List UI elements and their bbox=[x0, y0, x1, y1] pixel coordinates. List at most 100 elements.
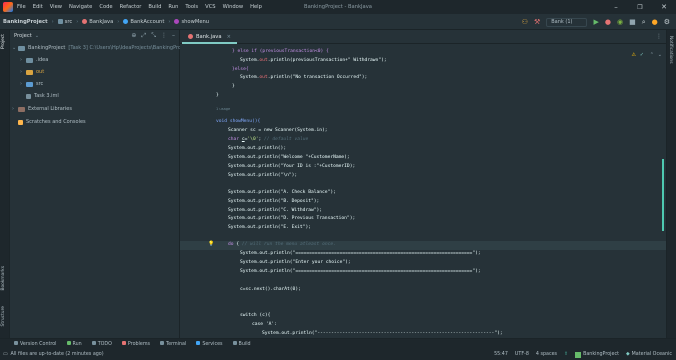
breadcrumb-method[interactable]: showMenu bbox=[181, 19, 209, 25]
code-line: switch (c){ bbox=[240, 313, 271, 318]
close-icon[interactable]: ✕ bbox=[652, 0, 676, 14]
terminal-tab[interactable]: Terminal bbox=[160, 341, 186, 347]
minimize-icon[interactable]: – bbox=[604, 0, 628, 14]
tab-bank-java[interactable]: Bank.java × bbox=[182, 31, 237, 44]
run-config-select[interactable]: Bank (1) bbox=[546, 17, 588, 27]
build-hammer-icon[interactable]: ⚒ bbox=[534, 18, 540, 26]
todo-tab[interactable]: TODO bbox=[91, 341, 112, 347]
terminal-icon bbox=[160, 341, 165, 345]
breadcrumb-project[interactable]: BankingProject bbox=[3, 19, 48, 25]
code-line: Scanner sc = new Scanner(System.in); bbox=[228, 128, 328, 133]
tree-item-root[interactable]: ⌄ BankingProject [Task 3] C:\Users\Hp\Id… bbox=[12, 42, 190, 54]
problems-tab[interactable]: Problems bbox=[121, 341, 150, 347]
breadcrumb-src[interactable]: src bbox=[65, 19, 73, 25]
intellij-logo-icon bbox=[3, 2, 13, 12]
menu-bar: File Edit View Navigate Code Refactor Bu… bbox=[0, 0, 676, 14]
tree-item-src[interactable]: › src bbox=[20, 78, 43, 90]
code-line: System.out.println("No transaction Occur… bbox=[240, 75, 368, 80]
maximize-icon[interactable]: ❐ bbox=[628, 0, 652, 14]
status-bar: ▭ All files are up-to-date (2 minutes ag… bbox=[0, 349, 676, 360]
scrollbar-thumb[interactable] bbox=[662, 159, 664, 231]
menu-help[interactable]: Help bbox=[250, 4, 262, 10]
version-control-tab[interactable]: Version Control bbox=[14, 341, 57, 347]
code-line: System.out.println("====================… bbox=[240, 269, 481, 274]
menu-window[interactable]: Window bbox=[223, 4, 243, 10]
run-tab[interactable]: Run bbox=[66, 341, 82, 347]
tree-item-idea[interactable]: › .idea bbox=[20, 54, 48, 66]
code-line: char c='\0'; // default value bbox=[228, 137, 309, 142]
caret-position[interactable]: 55:47 bbox=[494, 352, 508, 357]
bottom-tool-bar: Version Control Run TODO Problems Termin… bbox=[0, 338, 676, 349]
project-icon bbox=[575, 351, 582, 358]
bookmarks-tool-tab[interactable]: Bookmarks bbox=[1, 266, 6, 291]
tree-item-scratches[interactable]: Scratches and Consoles bbox=[18, 116, 86, 128]
breadcrumb-file[interactable]: BankJava bbox=[89, 19, 113, 25]
menu-refactor[interactable]: Refactor bbox=[120, 4, 142, 10]
code-line: System.out.println("\n"); bbox=[228, 173, 298, 178]
locate-icon[interactable]: ⊕ bbox=[131, 32, 136, 40]
code-line: System.out.println(); bbox=[228, 146, 287, 151]
inspection-icon[interactable]: ✓ bbox=[640, 52, 644, 58]
tree-item-external-libraries[interactable]: › External Libraries bbox=[12, 103, 72, 115]
code-line: System.out.println("--------------------… bbox=[262, 331, 503, 336]
hide-panel-icon[interactable]: – bbox=[172, 32, 175, 40]
java-file-icon bbox=[82, 19, 88, 24]
theme-indicator[interactable]: ◆ Material Oceanic bbox=[626, 352, 672, 357]
share-icon[interactable]: ⇪ bbox=[564, 352, 568, 357]
tree-item-out[interactable]: › out bbox=[20, 66, 44, 78]
prev-highlight-icon[interactable]: ⌃ bbox=[650, 52, 654, 58]
project-indicator[interactable]: BankingProject bbox=[575, 351, 619, 358]
editor-options-icon[interactable]: ⋮ bbox=[656, 33, 662, 40]
status-icon: ▭ bbox=[3, 352, 8, 357]
class-icon bbox=[123, 19, 129, 24]
usage-hint[interactable]: 1 usage bbox=[216, 107, 230, 111]
menu-vcs[interactable]: VCS bbox=[205, 4, 215, 10]
options-icon[interactable]: ⋮ bbox=[161, 32, 167, 40]
debug-icon[interactable]: ● bbox=[605, 18, 611, 26]
navigation-bar: BankingProject › src › BankJava › BankAc… bbox=[0, 14, 676, 30]
code-line: System.out.println("D. Previous Transact… bbox=[228, 216, 356, 221]
menu-navigate[interactable]: Navigate bbox=[69, 4, 92, 10]
menu-edit[interactable]: Edit bbox=[33, 4, 43, 10]
tree-item-iml[interactable]: Task 3.iml bbox=[26, 90, 59, 102]
services-tab[interactable]: Services bbox=[196, 341, 223, 347]
code-line: System.out.println("B. Deposit"); bbox=[228, 199, 320, 204]
code-line-current: do { // will run the menu atleast once. bbox=[228, 242, 336, 247]
menu-run[interactable]: Run bbox=[168, 4, 178, 10]
coverage-icon[interactable]: ◉ bbox=[617, 18, 623, 26]
method-icon bbox=[174, 19, 180, 24]
search-icon[interactable]: ⌕ bbox=[642, 18, 646, 27]
stop-icon[interactable]: ■ bbox=[629, 18, 636, 26]
next-highlight-icon[interactable]: ⌄ bbox=[658, 52, 662, 58]
code-line: System.out.println("Enter your choice"); bbox=[240, 260, 351, 265]
menu-file[interactable]: File bbox=[17, 4, 26, 10]
build-tab[interactable]: Build bbox=[232, 341, 251, 347]
file-encoding[interactable]: UTF-8 bbox=[515, 352, 529, 357]
project-panel-title[interactable]: Project bbox=[14, 33, 32, 39]
collapse-all-icon[interactable]: ⤡ bbox=[151, 32, 156, 40]
close-tab-icon[interactable]: × bbox=[227, 34, 231, 40]
code-line: System.out.println("====================… bbox=[240, 251, 481, 256]
structure-tool-tab[interactable]: Structure bbox=[1, 306, 6, 326]
run-icon bbox=[66, 341, 71, 345]
menu-code[interactable]: Code bbox=[99, 4, 112, 10]
status-message[interactable]: All files are up-to-date (2 minutes ago) bbox=[11, 352, 104, 357]
menu-tools[interactable]: Tools bbox=[185, 4, 198, 10]
expand-all-icon[interactable]: ⤢ bbox=[141, 32, 146, 40]
menu-view[interactable]: View bbox=[50, 4, 62, 10]
warning-icon[interactable]: ⚠ bbox=[632, 52, 636, 58]
project-panel-header: Project ⌄ ⊕ ⤢ ⤡ ⋮ – bbox=[14, 32, 175, 40]
vcs-user-icon[interactable]: ⚇ bbox=[522, 18, 528, 26]
menu-build[interactable]: Build bbox=[148, 4, 161, 10]
notifications-tool-tab[interactable]: Notifications bbox=[668, 36, 673, 63]
indent-setting[interactable]: 4 spaces bbox=[536, 352, 557, 357]
todo-icon bbox=[91, 341, 96, 345]
editor-tab-bar: Bank.java × ⋮ bbox=[180, 30, 666, 44]
update-icon[interactable]: ● bbox=[652, 18, 658, 26]
run-icon[interactable]: ▶ bbox=[593, 18, 598, 26]
breadcrumb-class[interactable]: BankAccount bbox=[130, 19, 164, 25]
problems-icon bbox=[121, 341, 126, 345]
code-editor[interactable]: ⚠ ✓ ⌃ ⌄ 💡 } else if (previousTransaction… bbox=[180, 44, 666, 338]
project-tool-tab[interactable]: Project bbox=[1, 34, 6, 49]
settings-gear-icon[interactable]: ⚙ bbox=[664, 18, 670, 26]
